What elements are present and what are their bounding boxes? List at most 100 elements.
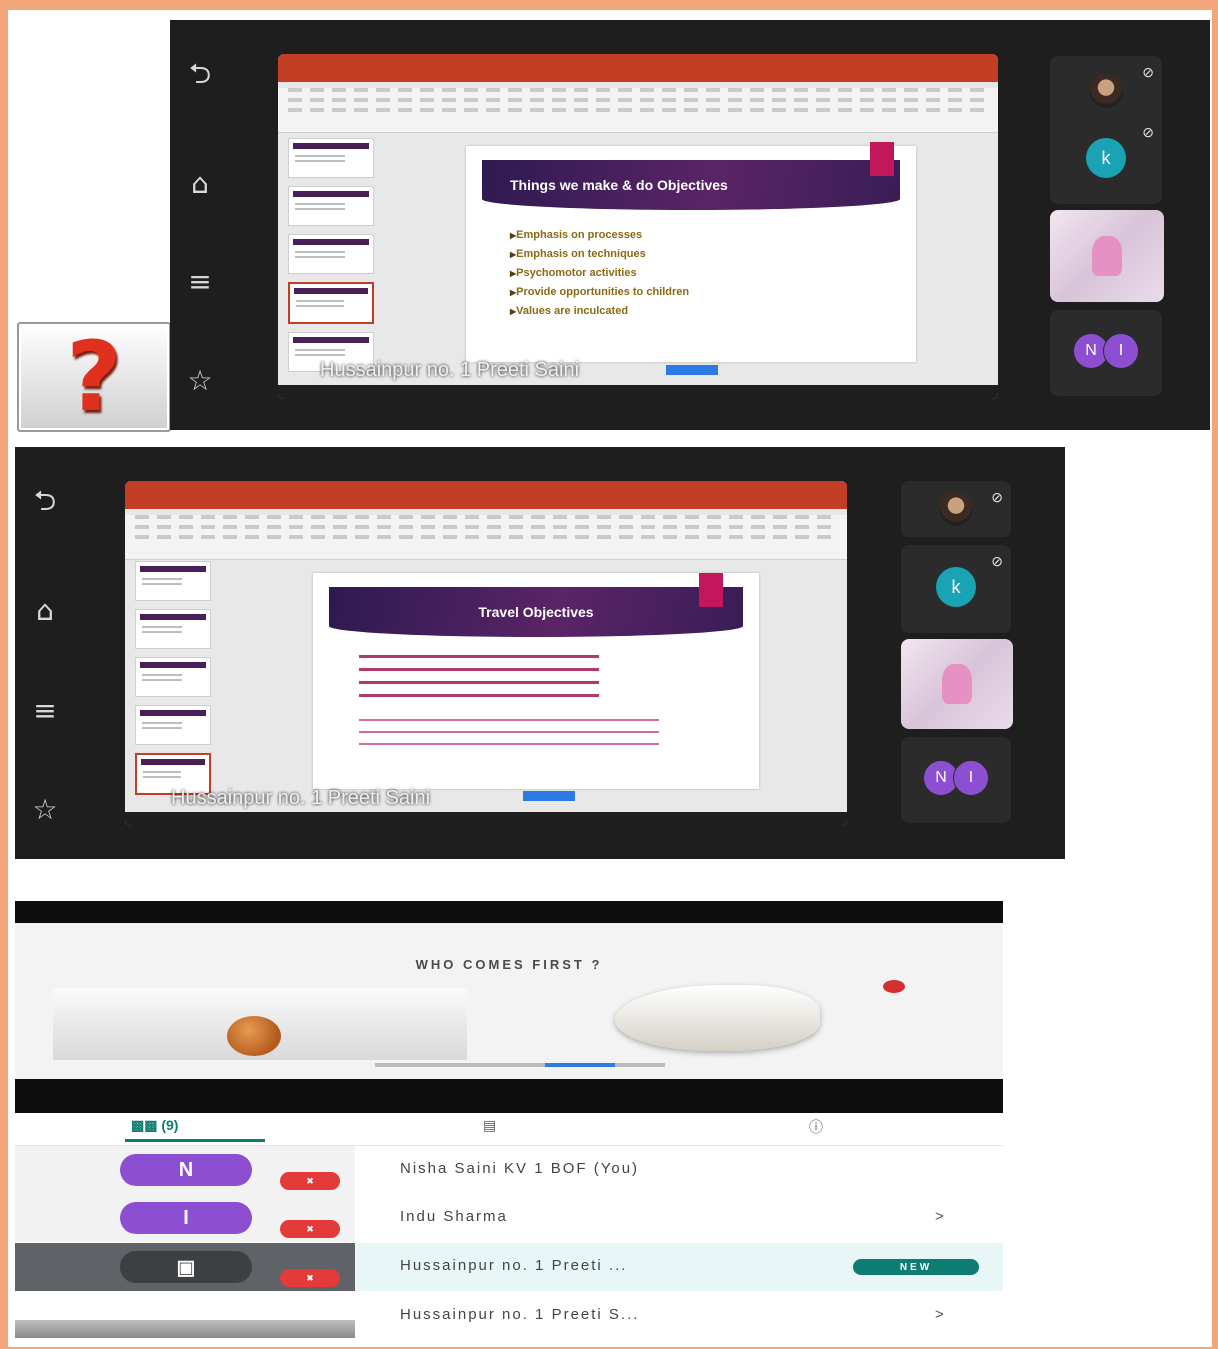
people-count: (9) (161, 1117, 179, 1133)
status-chip (523, 791, 575, 801)
avatar: N (120, 1154, 252, 1186)
tab-chat[interactable]: ▤ (483, 1117, 496, 1134)
current-slide: Travel Objectives (313, 573, 759, 789)
participant-group-avatars: N I (923, 760, 989, 796)
window-title-bar (125, 481, 847, 497)
current-slide: Things we make & do Objectives Emphasis … (466, 142, 916, 362)
participant-name: Hussainpur no. 1 Preeti ... (400, 1257, 628, 1274)
star-icon[interactable]: ☆ (32, 793, 57, 826)
participant-name: Indu Sharma (400, 1208, 508, 1225)
tab-people[interactable]: ▩▩ (9) (131, 1117, 178, 1134)
participant-video[interactable] (1050, 210, 1164, 302)
presentation-video[interactable]: WHO COMES FIRST ? (15, 923, 1003, 1113)
tab-info[interactable]: ⓘ (809, 1117, 823, 1137)
meet-screenshot-1: ⮌ ⌂ ≡ ☆ Things we make & do Objectives E… (170, 20, 1210, 430)
avatar-i: I (1103, 333, 1139, 369)
windows-taskbar (278, 385, 998, 399)
presenter-name: Hussainpur no. 1 Preeti Saini (171, 787, 431, 809)
slide-thumbnail[interactable] (288, 186, 374, 226)
video-progress-bar[interactable] (375, 1063, 665, 1067)
people-icon: ▩▩ (131, 1117, 158, 1133)
participant-tile[interactable]: N I (901, 737, 1011, 823)
avatar-i: I (953, 760, 989, 796)
chevron-right-icon[interactable]: > (935, 1208, 944, 1225)
ribbon-toolbar[interactable] (125, 515, 847, 560)
home-icon[interactable]: ⌂ (191, 167, 209, 200)
phone-status-bar (15, 901, 1003, 923)
bullet-item: Values are inculcated (510, 302, 689, 321)
participant-avatar-area (15, 1292, 355, 1340)
mic-off-icon: ⊘ (1142, 64, 1154, 80)
participant-avatar-area: N ✖ (15, 1146, 355, 1194)
bullet-item: Emphasis on techniques (510, 245, 689, 264)
list-item[interactable]: I ✖ Indu Sharma > (15, 1194, 1003, 1242)
slide-note-lines (359, 719, 659, 755)
slide-thumbnail[interactable] (135, 561, 211, 601)
home-icon[interactable]: ⌂ (36, 594, 54, 627)
slide-thumbnail[interactable] (135, 705, 211, 745)
ribbon-tabs[interactable] (278, 70, 998, 82)
powerpoint-window: Travel Objectives (125, 481, 847, 826)
avatar: I (120, 1202, 252, 1234)
question-mark-icon: ? (66, 321, 122, 433)
slide-thumbnail[interactable] (135, 657, 211, 697)
active-tab-indicator (125, 1139, 265, 1142)
slide-accent-tab (870, 142, 894, 176)
slide-thumbnail-selected[interactable] (288, 282, 374, 324)
back-icon[interactable]: ⮌ (189, 53, 211, 101)
slide-thumbnail[interactable] (288, 138, 374, 178)
participant-photo (1089, 74, 1123, 108)
video-title: WHO COMES FIRST ? (415, 957, 603, 972)
participant-group-avatars: N I (1073, 333, 1139, 369)
mic-off-icon: ✖ (280, 1269, 340, 1287)
mic-off-icon: ⊘ (991, 553, 1003, 569)
slide-title-banner: Things we make & do Objectives (482, 160, 900, 210)
slide-bullet-lines (359, 655, 599, 699)
bullet-item: Emphasis on processes (510, 226, 689, 245)
slide-thumbnail[interactable] (135, 609, 211, 649)
star-icon[interactable]: ☆ (187, 364, 212, 397)
window-title-bar (278, 54, 998, 70)
ribbon-tabs[interactable] (125, 497, 847, 509)
mic-off-icon: ✖ (280, 1172, 340, 1190)
menu-icon[interactable]: ≡ (33, 694, 56, 727)
slide-bullets: Emphasis on processes Emphasis on techni… (510, 226, 689, 321)
list-item[interactable]: N ✖ Nisha Saini KV 1 BOF (You) (15, 1146, 1003, 1194)
windows-taskbar (125, 812, 847, 826)
slide-thumbnails[interactable] (288, 138, 374, 372)
participant-video[interactable] (901, 639, 1013, 729)
slide-thumbnails[interactable] (135, 561, 211, 795)
menu-icon[interactable]: ≡ (188, 265, 211, 298)
avatar-strip (15, 1320, 355, 1338)
participant-avatar: k (1086, 138, 1126, 178)
slide-accent-tab (699, 573, 723, 607)
bullet-item: Psychomotor activities (510, 264, 689, 283)
status-chip (666, 365, 718, 375)
presenter-name: Hussainpur no. 1 Preeti Saini (320, 359, 580, 381)
meet-tabs: ▩▩ (9) ▤ ⓘ (15, 1113, 1003, 1146)
participant-name: Hussainpur no. 1 Preeti S... (400, 1306, 640, 1323)
android-nav-bar: ⮌ ⌂ ≡ ☆ (15, 447, 75, 859)
chevron-right-icon[interactable]: > (935, 1306, 944, 1323)
list-item[interactable]: Hussainpur no. 1 Preeti S... > (15, 1292, 1003, 1340)
mic-off-icon: ✖ (280, 1220, 340, 1238)
back-icon[interactable]: ⮌ (34, 480, 56, 528)
participant-tile[interactable]: ⊘ (901, 481, 1011, 537)
participant-tile[interactable]: ⊘ k (1050, 116, 1162, 204)
slide-thumbnail[interactable] (288, 234, 374, 274)
hen-comb (883, 980, 905, 993)
hen-image (615, 985, 820, 1051)
android-nav-bar: ⮌ ⌂ ≡ ☆ (170, 20, 230, 430)
help-button[interactable]: ? (17, 322, 171, 432)
slide-title-banner: Travel Objectives (329, 587, 743, 637)
slide-title: Things we make & do Objectives (510, 177, 728, 193)
participant-tile[interactable]: ⊘ k (901, 545, 1011, 633)
ribbon-toolbar[interactable] (278, 88, 998, 133)
new-badge: NEW (853, 1259, 979, 1275)
participant-name: Nisha Saini KV 1 BOF (You) (400, 1160, 640, 1177)
list-item[interactable]: ▣ ✖ Hussainpur no. 1 Preeti ... NEW (15, 1243, 1003, 1291)
slide-title: Travel Objectives (478, 604, 594, 620)
mic-off-icon: ⊘ (991, 489, 1003, 505)
chat-icon: ▤ (483, 1117, 497, 1133)
participant-tile[interactable]: N I (1050, 310, 1162, 396)
